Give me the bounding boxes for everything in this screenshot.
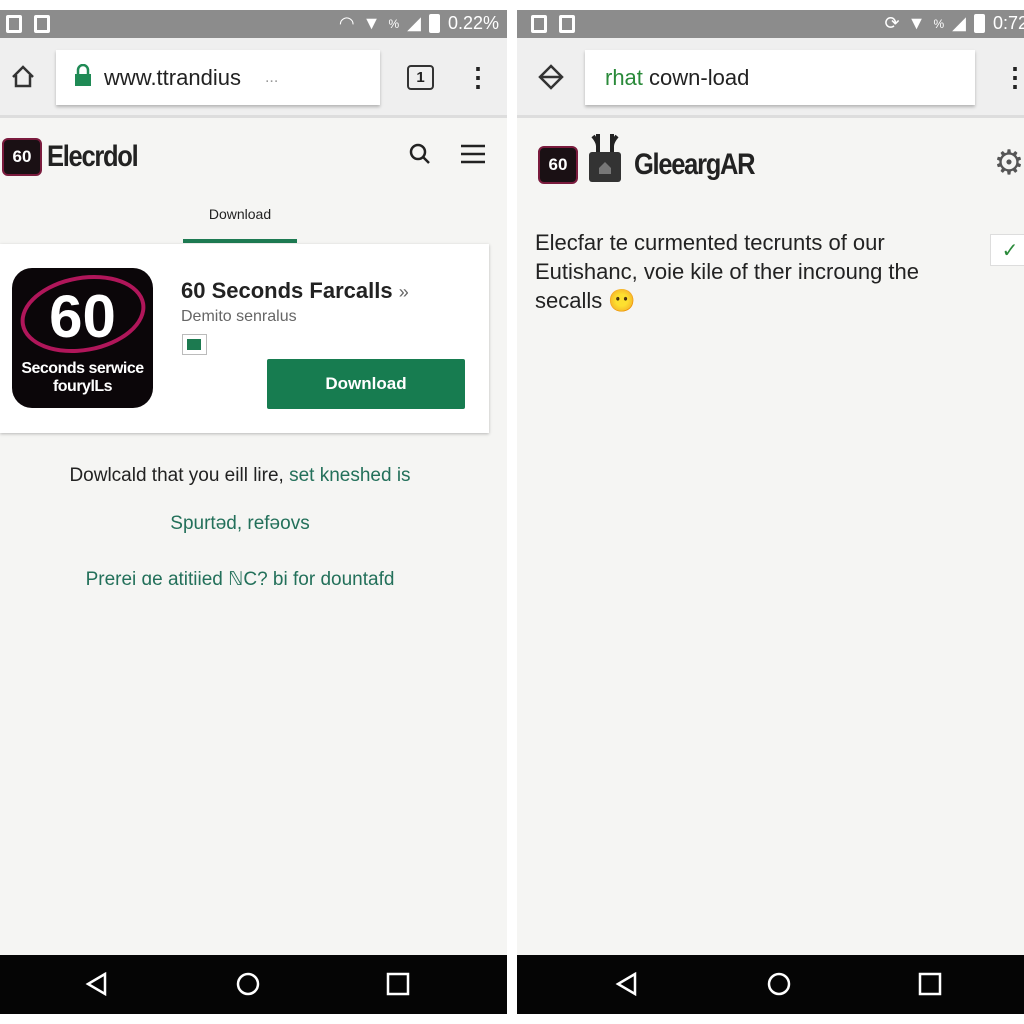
notification-icon <box>34 15 50 33</box>
checkbox-checked[interactable]: ✓ <box>990 234 1024 266</box>
site-header: 60 Elecrdol <box>0 130 507 190</box>
info-text: Dowlcald that you eill lire, <box>69 465 284 486</box>
app-subtitle: Demito senralus <box>181 308 297 325</box>
back-icon[interactable] <box>612 969 642 999</box>
browser-toolbar: www.ttrandius ... 1 ⋮ <box>0 38 507 118</box>
site-brand[interactable]: Elecrdol <box>47 140 139 174</box>
android-nav-bar <box>0 955 507 1014</box>
wifi-signal-icon: ▼ <box>362 13 381 33</box>
search-text: cown-load <box>642 64 750 90</box>
site-info-icon[interactable] <box>537 63 565 91</box>
search-text-highlight: rhat <box>605 64 643 90</box>
back-icon[interactable] <box>82 969 112 999</box>
app-icon[interactable]: 60 Seconds serwice fourylLs <box>12 268 153 408</box>
app-icon-number: 60 <box>49 283 116 350</box>
app-title-text: 60 Seconds Farcalls <box>181 278 393 303</box>
signal-text: % <box>933 16 945 31</box>
app-card: 60 Seconds serwice fourylLs 60 Seconds Fa… <box>0 244 489 433</box>
battery-icon <box>428 14 440 33</box>
lock-icon <box>74 63 92 92</box>
info-line: Dowlcald that you eill lire, set kneshed… <box>0 465 480 487</box>
emoji-face-icon: 😶 <box>608 288 636 313</box>
status-time: 0:72 <box>992 13 1024 33</box>
browser-toolbar: rhat cown-load ⋮ <box>517 38 1024 118</box>
home-nav-icon[interactable] <box>233 969 263 999</box>
android-nav-bar <box>517 955 1024 1014</box>
app-icon-text: Seconds serwice <box>21 360 144 377</box>
cell-signal-icon: ◢ <box>407 13 421 33</box>
info-link[interactable]: set kneshed is <box>284 465 410 486</box>
app-badge-icon <box>182 334 207 355</box>
description-line: secalls <box>535 288 603 313</box>
cell-signal-icon: ◢ <box>952 13 966 33</box>
search-icon[interactable] <box>406 140 434 168</box>
notification-icon <box>531 15 547 33</box>
description-line: Elecfar te curmented tecrunts of our <box>535 230 885 255</box>
gear-icon[interactable]: ⚙ <box>993 144 1024 182</box>
right-phone-screen: ⟳ ▼ % ◢ 0:72 rhat cown-load ⋮ 60 Gleearg… <box>517 10 1024 1014</box>
info-link[interactable]: Spurtǝd, refǝovs <box>0 513 480 535</box>
tab-download[interactable]: Download <box>183 206 297 222</box>
signal-text: % <box>388 16 400 31</box>
site-brand[interactable]: GleeargAR <box>634 148 756 182</box>
more-menu-icon[interactable]: ⋮ <box>1002 62 1024 92</box>
home-icon[interactable] <box>8 62 38 92</box>
tabs-count-button[interactable]: 1 <box>407 65 434 90</box>
info-link[interactable]: Prerei ɑe atitiied ℕC? bi for dountafd <box>0 568 480 591</box>
site-logo[interactable]: 60 <box>538 146 578 184</box>
download-button[interactable]: Download <box>267 359 465 409</box>
wifi-signal-icon: ▼ <box>907 13 926 33</box>
router-icon <box>587 132 623 184</box>
sync-icon: ⟳ <box>884 13 900 33</box>
description-line: Eutishanc, voie kile of ther incroung th… <box>535 259 920 284</box>
url-bar[interactable]: www.ttrandius ... <box>56 50 380 105</box>
site-logo[interactable]: 60 <box>2 138 42 176</box>
status-bar: ⟳ ▼ % ◢ 0:72 <box>517 10 1024 38</box>
app-title[interactable]: 60 Seconds Farcalls » <box>181 278 409 304</box>
battery-icon <box>973 14 985 33</box>
left-phone-screen: ◠ ▼ % ◢ 0.22% www.ttrandius ... 1 ⋮ 60 E… <box>0 10 507 1014</box>
search-bar[interactable]: rhat cown-load <box>585 50 975 105</box>
hamburger-menu-icon[interactable] <box>458 140 488 168</box>
chevron-right-icon: » <box>398 282 409 302</box>
notification-icon <box>6 15 22 33</box>
wifi-icon: ◠ <box>338 13 355 33</box>
status-bar: ◠ ▼ % ◢ 0.22% <box>0 10 507 38</box>
recents-icon[interactable] <box>915 969 945 999</box>
notification-icon <box>559 15 575 33</box>
url-ellipsis: ... <box>264 68 279 86</box>
recents-icon[interactable] <box>383 969 413 999</box>
url-text: www.ttrandius <box>104 64 241 90</box>
tab-active-indicator <box>183 239 297 243</box>
description-text: Elecfar te curmented tecrunts of our Eut… <box>535 228 919 315</box>
app-icon-text: fourylLs <box>52 378 113 395</box>
more-menu-icon[interactable]: ⋮ <box>465 62 491 92</box>
site-header: 60 GleeargAR ⚙ <box>517 130 1024 190</box>
status-time: 0.22% <box>447 13 499 33</box>
home-nav-icon[interactable] <box>764 969 794 999</box>
